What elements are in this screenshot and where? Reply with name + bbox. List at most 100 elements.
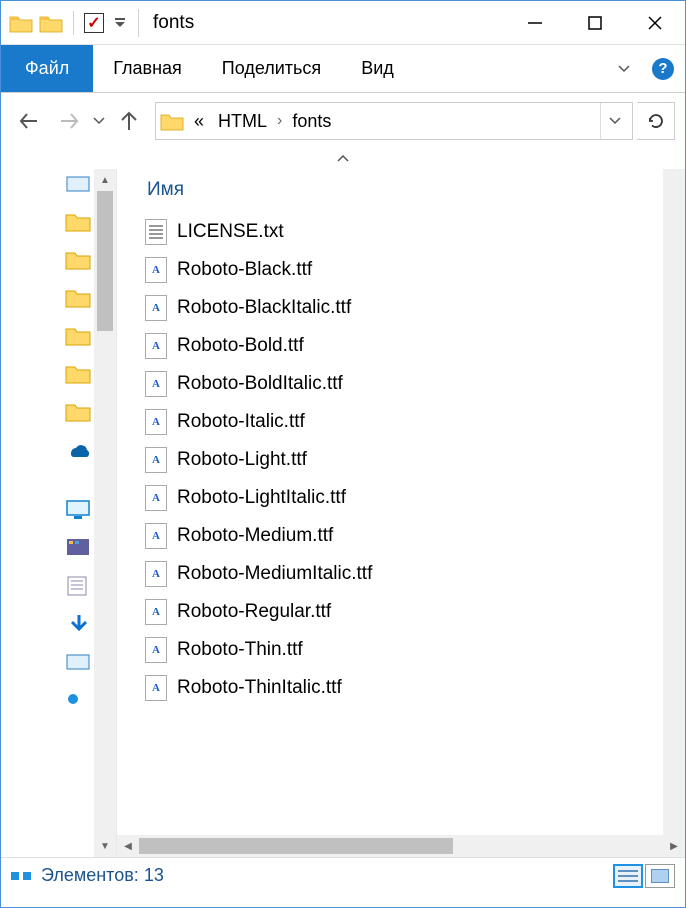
ribbon-tab-view[interactable]: Вид <box>341 45 414 92</box>
navigation-pane[interactable]: ▲ ▼ <box>1 169 117 857</box>
font-file-icon: A <box>145 561 167 587</box>
help-icon: ? <box>652 58 674 80</box>
address-bar[interactable]: « HTML › fonts <box>155 102 633 140</box>
separator <box>138 9 139 37</box>
font-file-icon: A <box>145 257 167 283</box>
scroll-down-button[interactable]: ▼ <box>94 835 116 857</box>
nav-item-icon[interactable] <box>65 689 93 713</box>
nav-item-icon[interactable] <box>65 401 93 425</box>
window-title: fonts <box>153 12 194 34</box>
folder-icon <box>160 111 184 131</box>
view-switcher <box>613 864 675 888</box>
nav-pane-scrollbar[interactable]: ▲ ▼ <box>94 169 116 857</box>
scroll-right-button[interactable]: ▶ <box>663 835 685 857</box>
minimize-button[interactable] <box>505 1 565 44</box>
view-details-button[interactable] <box>613 864 643 888</box>
breadcrumb-overflow[interactable]: « <box>190 111 208 132</box>
title-bar: ✓ fonts <box>1 1 685 45</box>
file-name: Roboto-LightItalic.ttf <box>177 487 346 509</box>
font-file-icon: A <box>145 295 167 321</box>
scroll-thumb[interactable] <box>139 838 453 854</box>
open-folder-icon[interactable] <box>39 13 63 33</box>
history-dropdown[interactable] <box>91 117 107 125</box>
breadcrumb-item[interactable]: fonts <box>288 111 335 132</box>
column-header-name[interactable]: Имя <box>117 169 685 209</box>
file-row[interactable]: A Roboto-Thin.ttf <box>145 631 685 669</box>
file-name: Roboto-Thin.ttf <box>177 639 303 661</box>
properties-button[interactable]: ✓ <box>84 13 104 33</box>
address-dropdown[interactable] <box>600 103 628 139</box>
file-row[interactable]: A Roboto-LightItalic.ttf <box>145 479 685 517</box>
scroll-up-button[interactable]: ▲ <box>94 169 116 191</box>
nav-item-icon[interactable] <box>65 173 93 197</box>
font-file-icon: A <box>145 409 167 435</box>
forward-button[interactable] <box>51 103 87 139</box>
downloads-icon[interactable] <box>65 613 93 637</box>
horizontal-scrollbar[interactable]: ◀ ▶ <box>117 835 685 857</box>
file-name: Roboto-Italic.ttf <box>177 411 305 433</box>
nav-item-icon[interactable] <box>65 575 93 599</box>
up-button[interactable] <box>111 103 147 139</box>
file-row[interactable]: ARoboto-Black.ttf <box>145 251 685 289</box>
onedrive-icon[interactable] <box>65 439 93 463</box>
ribbon-file-tab[interactable]: Файл <box>1 45 93 92</box>
separator <box>73 11 74 35</box>
file-row[interactable]: ARoboto-ThinItalic.ttf <box>145 669 685 707</box>
text-file-icon <box>145 219 167 245</box>
qat-customize-dropdown[interactable] <box>112 13 128 33</box>
file-name: Roboto-Medium.ttf <box>177 525 333 547</box>
file-row[interactable]: A Roboto-Italic.ttf <box>145 403 685 441</box>
status-item-count: 13 <box>144 865 164 886</box>
font-file-icon: A <box>145 523 167 549</box>
file-row[interactable]: ARoboto-Regular.ttf <box>145 593 685 631</box>
nav-item-icon[interactable] <box>65 363 93 387</box>
nav-item-icon[interactable] <box>65 287 93 311</box>
back-button[interactable] <box>11 103 47 139</box>
status-bar: Элементов: 13 <box>1 857 685 893</box>
close-button[interactable] <box>625 1 685 44</box>
view-large-icons-button[interactable] <box>645 864 675 888</box>
nav-item-icon[interactable] <box>65 325 93 349</box>
ribbon-collapse-button[interactable] <box>607 45 641 92</box>
file-name: Roboto-BlackItalic.ttf <box>177 297 351 319</box>
file-row[interactable]: A Roboto-MediumItalic.ttf <box>145 555 685 593</box>
app-folder-icon <box>9 13 33 33</box>
nav-item-icon[interactable] <box>65 651 93 675</box>
file-list: LICENSE.txtARoboto-Black.ttfARoboto-Blac… <box>117 209 685 707</box>
quick-access-toolbar: ✓ <box>1 11 128 35</box>
file-name: Roboto-Bold.ttf <box>177 335 304 357</box>
font-file-icon: A <box>145 333 167 359</box>
file-name: Roboto-MediumItalic.ttf <box>177 563 372 585</box>
nav-item-icon[interactable] <box>65 211 93 235</box>
nav-item-icon[interactable] <box>65 537 93 561</box>
breadcrumb-item[interactable]: HTML <box>214 111 271 132</box>
scroll-left-button[interactable]: ◀ <box>117 835 139 857</box>
ribbon-tab-home[interactable]: Главная <box>93 45 202 92</box>
file-name: LICENSE.txt <box>177 221 284 243</box>
help-button[interactable]: ? <box>641 45 685 92</box>
nav-item-icon[interactable] <box>65 249 93 273</box>
file-row[interactable]: A Roboto-Light.ttf <box>145 441 685 479</box>
scroll-thumb[interactable] <box>97 191 113 331</box>
file-row[interactable]: A Roboto-Medium.ttf <box>145 517 685 555</box>
file-list-pane: Имя LICENSE.txtARoboto-Black.ttfARoboto-… <box>117 169 685 857</box>
ribbon-pin-toggle[interactable] <box>1 149 685 169</box>
content-area: ▲ ▼ Имя LICENSE.txtARoboto-Black.ttfARob… <box>1 169 685 857</box>
file-row[interactable]: LICENSE.txt <box>145 213 685 251</box>
maximize-button[interactable] <box>565 1 625 44</box>
ribbon: Файл Главная Поделиться Вид ? <box>1 45 685 93</box>
refresh-button[interactable] <box>637 102 675 140</box>
font-file-icon: A <box>145 637 167 663</box>
vertical-scrollbar[interactable] <box>663 169 685 835</box>
file-row[interactable]: ARoboto-BoldItalic.ttf <box>145 365 685 403</box>
file-row[interactable]: A Roboto-BlackItalic.ttf <box>145 289 685 327</box>
font-file-icon: A <box>145 485 167 511</box>
font-file-icon: A <box>145 447 167 473</box>
font-file-icon: A <box>145 675 167 701</box>
ribbon-tab-share[interactable]: Поделиться <box>202 45 341 92</box>
file-name: Roboto-Light.ttf <box>177 449 307 471</box>
file-row[interactable]: A Roboto-Bold.ttf <box>145 327 685 365</box>
window-controls <box>505 1 685 44</box>
this-pc-icon[interactable] <box>65 499 93 523</box>
chevron-right-icon[interactable]: › <box>277 112 282 130</box>
